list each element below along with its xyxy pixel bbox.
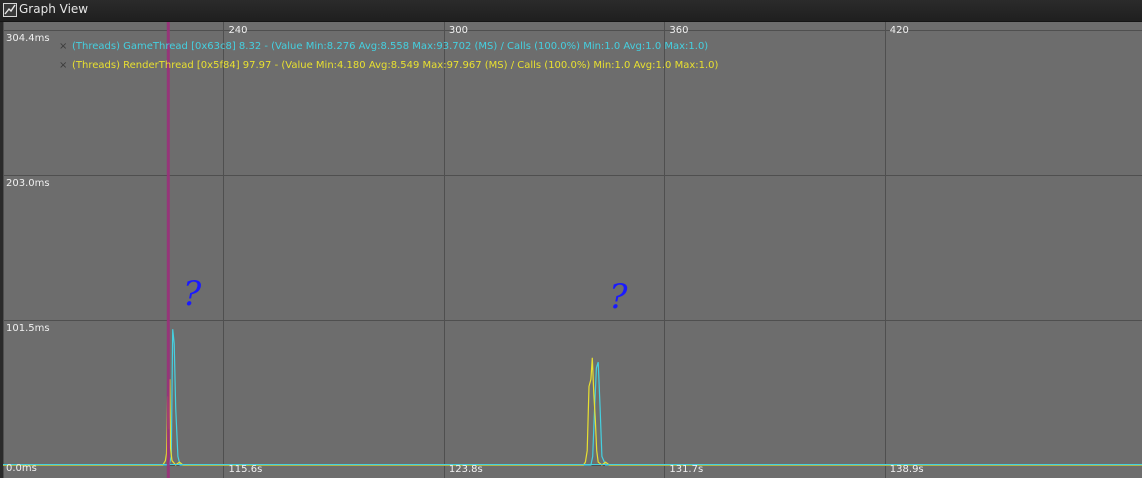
series-render-thread — [3, 357, 1142, 466]
x-frame-label: 240 — [228, 25, 248, 36]
x-time-label: 123.8s — [448, 464, 483, 475]
legend-item: × (Threads) GameThread [0x63c8] 8.32 - (V… — [59, 40, 708, 54]
x-frame-label: 360 — [669, 25, 689, 36]
grid-lines — [3, 22, 1142, 478]
annotation-layer: ?? — [183, 274, 628, 317]
title-bar: Graph View — [0, 0, 1142, 22]
frame-marker-line[interactable] — [166, 22, 170, 478]
x-frame-label: 420 — [889, 25, 909, 36]
x-time-label: 138.9s — [889, 464, 924, 475]
y-tick-label: 304.4ms — [6, 33, 50, 44]
y-tick-label: 203.0ms — [6, 177, 50, 189]
series-lines — [3, 329, 1142, 466]
legend-item: × (Threads) RenderThread [0x5f84] 97.97 -… — [59, 59, 718, 73]
frame-marker[interactable] — [166, 22, 170, 478]
graph-view-window: Graph View ?? 304.4ms 203.0ms 101.5ms 0.0ms… — [0, 0, 1142, 478]
close-icon[interactable]: × — [59, 40, 69, 54]
x-time-label: 131.7s — [669, 464, 704, 475]
y-tick-label: 101.5ms — [6, 322, 50, 334]
graph-canvas[interactable]: ?? 304.4ms 203.0ms 101.5ms 0.0ms 240 300 360 4… — [3, 22, 1142, 478]
x-frame-label: 300 — [448, 25, 468, 36]
series-game-thread — [3, 329, 1142, 466]
plot-svg[interactable]: ?? — [3, 22, 1142, 478]
annotation-question-mark: ? — [183, 274, 202, 314]
window-title: Graph View — [19, 2, 89, 16]
legend-text: (Threads) RenderThread [0x5f84] 97.97 - … — [72, 60, 719, 71]
legend-text: (Threads) GameThread [0x63c8] 8.32 - (Va… — [72, 41, 709, 52]
x-time-label: 115.6s — [228, 464, 263, 475]
close-icon[interactable]: × — [59, 59, 69, 73]
graph-view-icon — [3, 3, 17, 17]
annotation-question-mark: ? — [609, 277, 628, 317]
y-tick-label: 0.0ms — [6, 463, 37, 474]
